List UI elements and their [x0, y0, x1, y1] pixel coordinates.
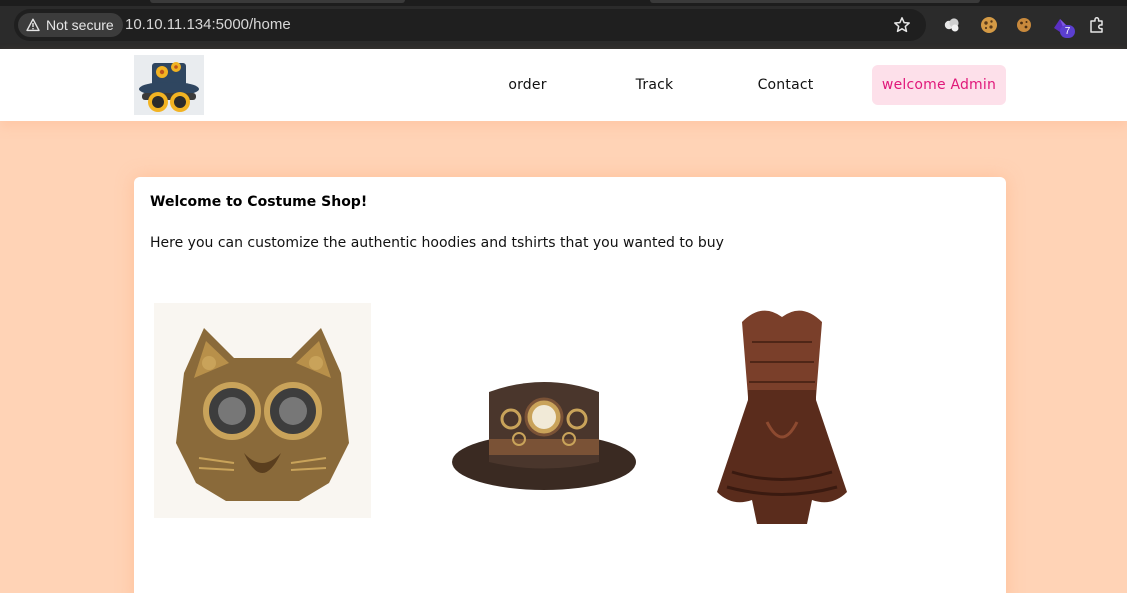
- nav-welcome-admin[interactable]: welcome Admin: [872, 65, 1006, 105]
- intro-text: Here you can customize the authentic hoo…: [150, 235, 724, 251]
- steampunk-corset-dress-image[interactable]: [712, 302, 852, 524]
- content-card: Welcome to Costume Shop! Here you can cu…: [134, 177, 1006, 593]
- nav-order[interactable]: order: [480, 65, 575, 105]
- warning-icon: [26, 18, 40, 32]
- address-bar[interactable]: Not secure 10.10.11.134:5000/home: [14, 9, 926, 41]
- browser-toolbar: Not secure 10.10.11.134:5000/home 7: [0, 0, 1127, 49]
- nav-track[interactable]: Track: [607, 65, 702, 105]
- cookie-icon[interactable]: [979, 15, 999, 35]
- cookie-icon[interactable]: [1014, 15, 1034, 35]
- steampunk-top-hat-image[interactable]: [449, 367, 639, 497]
- url-text[interactable]: 10.10.11.134:5000/home: [125, 9, 291, 41]
- browser-tab[interactable]: [150, 0, 405, 3]
- extension-badge: 7: [1060, 25, 1075, 38]
- security-chip[interactable]: Not secure: [18, 13, 123, 37]
- page-title: Welcome to Costume Shop!: [150, 194, 368, 210]
- browser-tab[interactable]: [650, 0, 980, 3]
- steampunk-hat-logo[interactable]: [134, 55, 204, 115]
- puzzle-extension-icon[interactable]: [1087, 15, 1107, 35]
- steampunk-cat-mask-image[interactable]: [154, 303, 371, 518]
- security-label: Not secure: [46, 17, 114, 33]
- nav-contact[interactable]: Contact: [738, 65, 833, 105]
- star-icon[interactable]: [893, 16, 911, 34]
- extension-cloud-icon[interactable]: [942, 15, 962, 35]
- site-header: order Track Contact welcome Admin: [0, 49, 1127, 121]
